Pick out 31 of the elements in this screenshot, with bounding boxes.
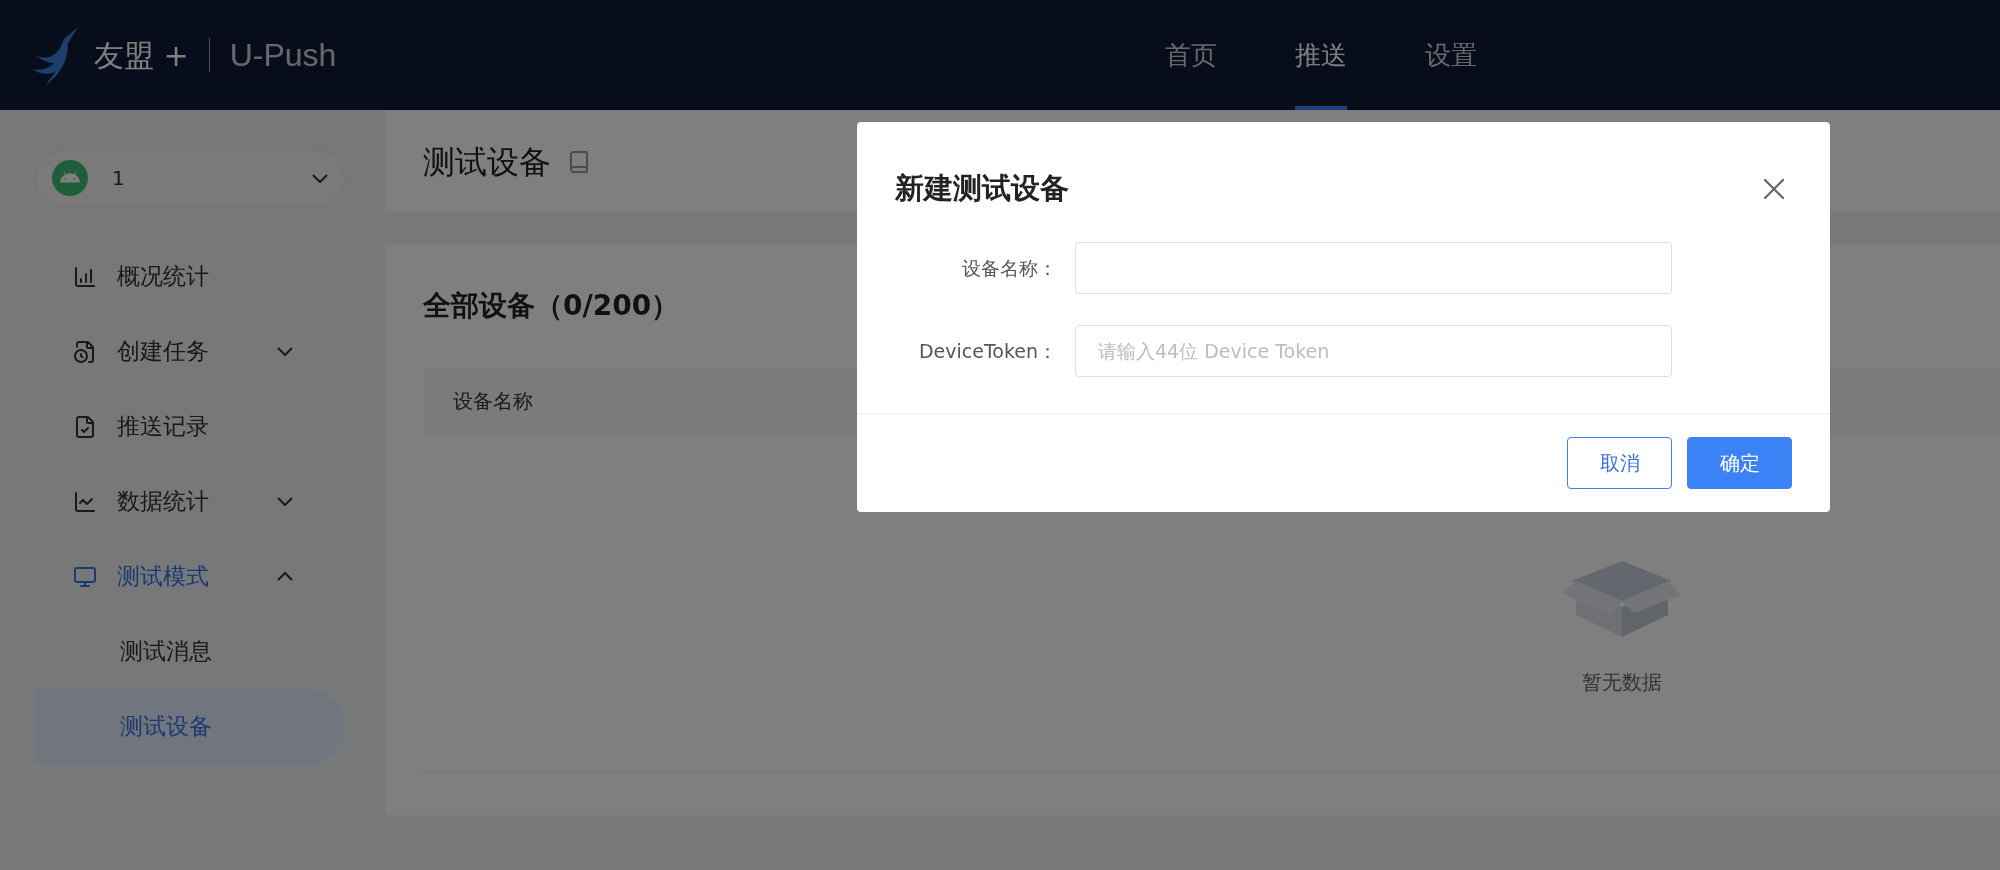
card-title: 全部设备（0/200） xyxy=(423,288,681,324)
app-selector[interactable]: 1 xyxy=(35,150,345,206)
nav-tab[interactable]: 设置 xyxy=(1425,0,1477,110)
android-icon xyxy=(52,160,88,196)
document-icon xyxy=(73,339,97,364)
sidebar-item[interactable]: 创建任务 xyxy=(35,314,345,389)
field-label: 设备名称： xyxy=(961,255,1058,281)
document-icon xyxy=(73,414,97,439)
field-label: DeviceToken： xyxy=(917,338,1058,364)
nav-tab[interactable]: 首页 xyxy=(1165,0,1217,110)
cancel-button[interactable]: 取消 xyxy=(1567,437,1672,489)
logo-text: 友盟 + xyxy=(94,36,189,75)
chevron-down-icon xyxy=(312,173,328,183)
sidebar-item[interactable]: 推送记录 xyxy=(35,389,345,464)
input-field[interactable] xyxy=(1075,242,1672,294)
sidebar-item[interactable]: 测试模式 xyxy=(35,539,345,614)
bar-chart-icon xyxy=(73,264,97,289)
sidebar-subitem[interactable]: 测试消息 xyxy=(35,614,345,689)
empty-text: 暂无数据 xyxy=(1581,669,1662,696)
book-icon xyxy=(567,149,591,174)
input-field[interactable]: 请输入44位 Device Token xyxy=(1075,325,1672,377)
product-name: U-Push xyxy=(229,36,337,75)
confirm-button[interactable]: 确定 xyxy=(1687,437,1792,489)
sidebar-item[interactable]: 概况统计 xyxy=(35,239,345,314)
dialog-title: 新建测试设备 xyxy=(895,170,1069,208)
column-header: 设备名称 xyxy=(453,388,533,415)
sidebar-item[interactable]: 数据统计 xyxy=(35,464,345,539)
page-title: 测试设备 xyxy=(423,141,551,183)
line-chart-icon xyxy=(73,489,97,514)
monitor-icon xyxy=(73,564,97,589)
sidebar-subitem[interactable]: 测试设备 xyxy=(35,689,345,764)
